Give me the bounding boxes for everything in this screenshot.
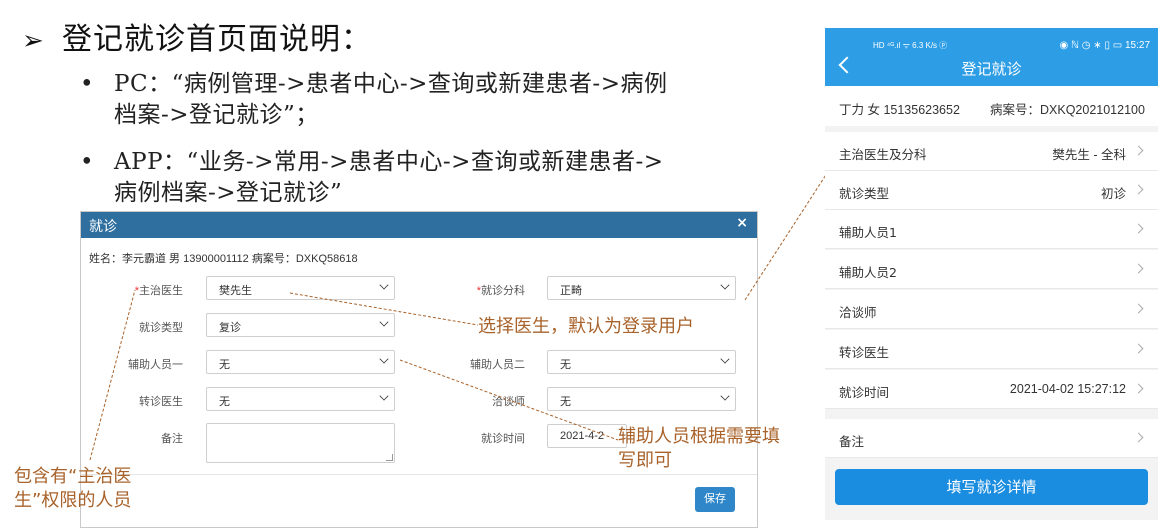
annotation-assistant: 辅助人员根据需要填 写即可	[618, 425, 780, 473]
status-bar-right: ◉ ℕ ◷ ∗ ▯ ▭ 15:27	[1059, 40, 1150, 51]
row-label: 洽谈师	[839, 305, 877, 320]
chevron-right-icon	[1133, 432, 1144, 443]
chevron-right-icon	[1133, 184, 1144, 195]
row-label: 辅助人员1	[839, 225, 897, 240]
row-label: 主治医生及分科	[839, 147, 927, 162]
chevron-right-icon	[1133, 263, 1144, 274]
row-label: 就诊时间	[839, 385, 890, 400]
phone-row-assistant2[interactable]: 辅助人员2	[825, 250, 1158, 289]
phone-patient-bar: 丁力 女 15135623652 病案号：DXKQ2021012100	[825, 86, 1158, 126]
row-label: 转诊医生	[839, 345, 890, 360]
annotation-attending: 包含有“主治医 生”权限的人员	[14, 465, 131, 513]
phone-patient-info: 丁力 女 15135623652	[839, 103, 960, 117]
phone-row-visit-type[interactable]: 就诊类型 初诊	[825, 171, 1158, 210]
chevron-right-icon	[1133, 343, 1144, 354]
annotation-line-assistant	[399, 359, 619, 441]
row-label: 辅助人员2	[839, 265, 897, 280]
row-value: 2021-04-02 15:27:12	[1009, 382, 1126, 396]
chevron-right-icon	[1133, 303, 1144, 314]
fill-visit-details-button[interactable]: 填写就诊详情	[835, 469, 1148, 505]
row-label: 就诊类型	[839, 186, 890, 201]
row-value: 初诊	[1100, 187, 1126, 201]
phone-title: 登记就诊	[961, 60, 1022, 78]
phone-row-remark[interactable]: 备注	[825, 419, 1158, 458]
annotation-attending-line2: 生”权限的人员	[14, 490, 132, 511]
annotation-line-doctor	[289, 292, 479, 326]
annotation-select-doctor: 选择医生，默认为登录用户	[478, 316, 694, 337]
phone-screen: HD ⁴ᴳ.ıl ᯤ 6.3 K/s ⓟ ◉ ℕ ◷ ∗ ▯ ▭ 15:27 登…	[825, 28, 1158, 520]
phone-row-consultant[interactable]: 洽谈师	[825, 290, 1158, 329]
phone-header: HD ⁴ᴳ.ıl ᯤ 6.3 K/s ⓟ ◉ ℕ ◷ ∗ ▯ ▭ 15:27 登…	[825, 28, 1158, 86]
annotation-assistant-line1: 辅助人员根据需要填	[618, 426, 780, 447]
row-label: 备注	[839, 434, 865, 449]
chevron-right-icon	[1133, 223, 1144, 234]
annotation-attending-line1: 包含有“主治医	[14, 466, 132, 487]
row-value: 樊先生 - 全科	[1052, 148, 1126, 162]
phone-case-number: 病案号：DXKQ2021012100	[990, 103, 1145, 117]
chevron-right-icon	[1133, 145, 1144, 156]
phone-row-doctor[interactable]: 主治医生及分科 樊先生 - 全科	[825, 132, 1158, 171]
phone-row-assistant1[interactable]: 辅助人员1	[825, 210, 1158, 249]
annotation-line-attending	[89, 289, 136, 461]
annotation-assistant-line2: 写即可	[618, 450, 672, 471]
phone-row-referral-doctor[interactable]: 转诊医生	[825, 330, 1158, 369]
phone-row-visit-time[interactable]: 就诊时间 2021-04-02 15:27:12	[825, 370, 1158, 409]
chevron-right-icon	[1133, 383, 1144, 394]
status-bar-left: HD ⁴ᴳ.ıl ᯤ 6.3 K/s ⓟ	[873, 41, 948, 50]
